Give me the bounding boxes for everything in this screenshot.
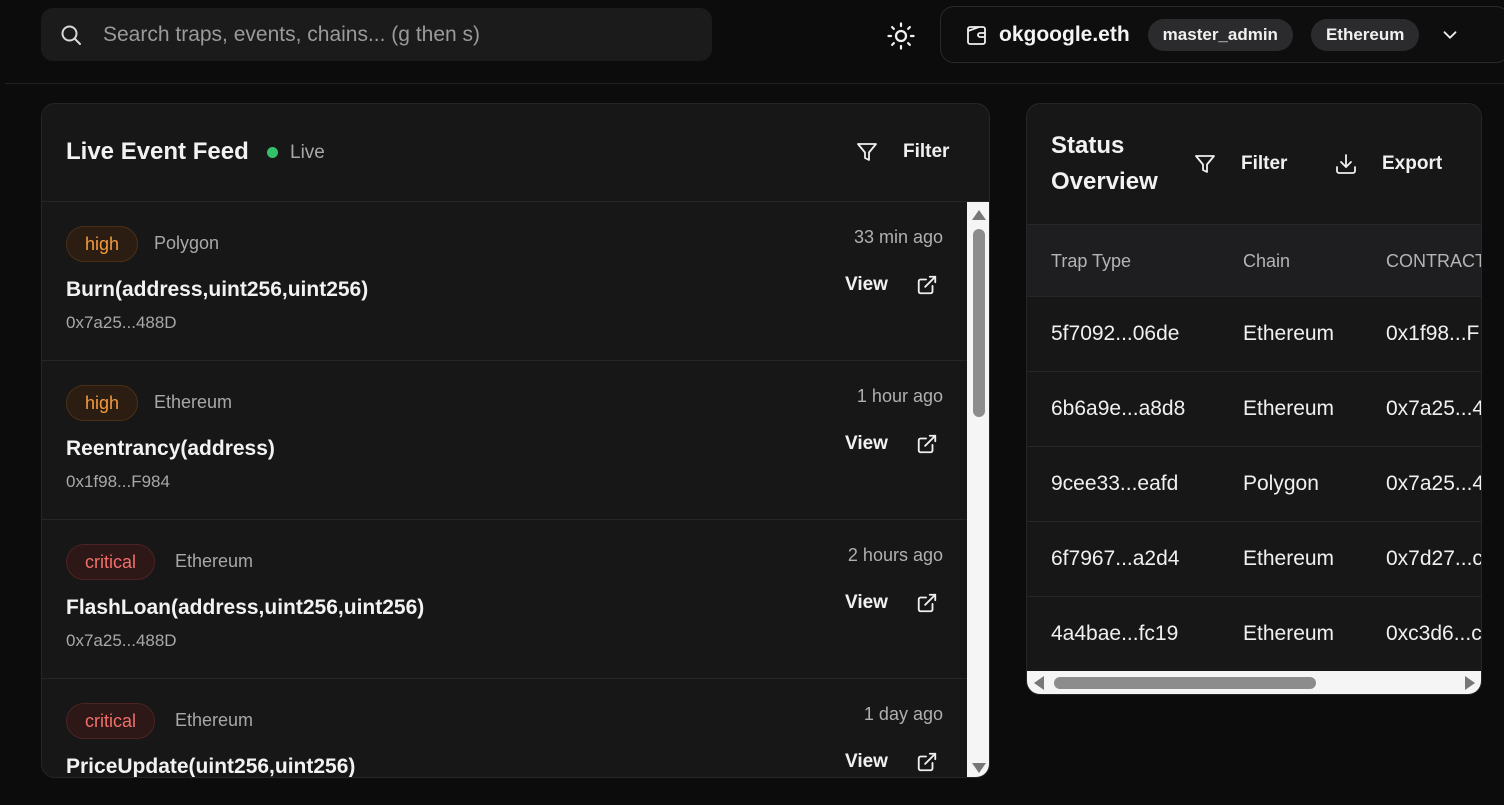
scrollbar-thumb[interactable]: [973, 229, 985, 417]
wallet-icon: [967, 25, 986, 45]
table-row[interactable]: 5f7092...06de Ethereum 0x1f98...F: [1027, 297, 1481, 372]
scroll-left-arrow[interactable]: [1034, 676, 1044, 690]
search-input[interactable]: [101, 21, 665, 48]
cell-contract: 0xc3d6...c: [1386, 622, 1482, 645]
table-horizontal-scrollbar[interactable]: [1027, 671, 1481, 694]
filter-icon: [1195, 155, 1215, 173]
event-signature: FlashLoan(address,uint256,uint256): [66, 596, 425, 619]
event-item[interactable]: high Polygon 33 min ago Burn(address,uin…: [42, 202, 967, 361]
event-address: 0x7a25...488D: [66, 313, 177, 332]
feed-header: Live Event Feed Live Filter: [42, 104, 989, 202]
event-time: 2 hours ago: [847, 545, 943, 565]
wallet-menu[interactable]: okgoogle.eth master_admin Ethereum: [940, 6, 1504, 63]
search-icon: [61, 25, 81, 45]
cell-contract: 0x7a25...4: [1386, 397, 1482, 420]
severity-badge: high: [66, 226, 139, 262]
role-badge: master_admin: [1147, 18, 1293, 51]
filter-icon: [857, 143, 877, 161]
chevron-down-icon[interactable]: [1439, 24, 1461, 46]
view-label: View: [845, 592, 888, 613]
event-address: 0x7a25...488D: [66, 631, 177, 650]
event-time: 1 day ago: [863, 704, 943, 724]
external-link-icon: [917, 593, 937, 613]
cell-chain: Ethereum: [1243, 397, 1335, 420]
feed-filter-label: Filter: [903, 141, 950, 162]
table-row[interactable]: 4a4bae...fc19 Ethereum 0xc3d6...c: [1027, 597, 1481, 671]
view-event-button[interactable]: View: [845, 433, 938, 455]
external-link-icon: [917, 434, 937, 454]
scroll-down-arrow[interactable]: [972, 763, 986, 773]
export-label: Export: [1382, 153, 1443, 174]
column-header-chain[interactable]: Chain: [1243, 251, 1290, 272]
live-event-feed-panel: Live Event Feed Live Filter high Polygon…: [41, 103, 990, 778]
external-link-icon: [917, 752, 937, 772]
status-title: Status Overview: [1051, 132, 1158, 195]
external-link-icon: [917, 275, 937, 295]
cell-trap-type: 4a4bae...fc19: [1051, 622, 1179, 645]
view-event-button[interactable]: View: [845, 274, 938, 296]
cell-trap-type: 6b6a9e...a8d8: [1051, 397, 1186, 420]
wallet-name: okgoogle.eth: [999, 22, 1130, 46]
event-address: 0x1f98...F984: [66, 472, 170, 491]
event-chain: Polygon: [154, 233, 220, 253]
scroll-right-arrow[interactable]: [1465, 676, 1475, 690]
live-indicator-dot: [267, 147, 278, 158]
status-table: Trap Type Chain CONTRACT 5f7092...06de E…: [1027, 225, 1481, 671]
cell-trap-type: 9cee33...eafd: [1051, 472, 1179, 495]
event-chain: Ethereum: [175, 710, 254, 730]
cell-chain: Ethereum: [1243, 547, 1335, 570]
event-signature: Burn(address,uint256,uint256): [66, 278, 369, 301]
network-badge: Ethereum: [1310, 18, 1420, 51]
table-row[interactable]: 6b6a9e...a8d8 Ethereum 0x7a25...4: [1027, 372, 1481, 447]
table-header: Trap Type Chain CONTRACT: [1027, 225, 1481, 297]
view-label: View: [845, 274, 888, 295]
cell-contract: 0x7a25...4: [1386, 472, 1482, 495]
download-icon: [1336, 154, 1356, 174]
cell-chain: Ethereum: [1243, 322, 1335, 345]
event-item[interactable]: critical Ethereum 1 day ago PriceUpdate(…: [42, 679, 967, 778]
cell-trap-type: 6f7967...a2d4: [1051, 547, 1180, 570]
event-list[interactable]: high Polygon 33 min ago Burn(address,uin…: [42, 202, 967, 778]
cell-contract: 0x7d27...c: [1386, 547, 1482, 570]
column-header-contract[interactable]: CONTRACT: [1386, 251, 1481, 272]
feed-filter-button[interactable]: Filter: [855, 140, 949, 164]
table-row[interactable]: 9cee33...eafd Polygon 0x7a25...4: [1027, 447, 1481, 522]
view-label: View: [845, 751, 888, 772]
feed-scrollbar[interactable]: [967, 202, 989, 777]
scrollbar-thumb[interactable]: [1054, 677, 1316, 689]
event-signature: PriceUpdate(uint256,uint256): [66, 755, 356, 778]
event-item[interactable]: critical Ethereum 2 hours ago FlashLoan(…: [42, 520, 967, 679]
feed-title: Live Event Feed: [66, 138, 249, 165]
event-signature: Reentrancy(address): [66, 437, 275, 460]
cell-chain: Polygon: [1243, 472, 1319, 495]
sun-icon[interactable]: [886, 21, 916, 51]
view-event-button[interactable]: View: [845, 751, 938, 773]
cell-contract: 0x1f98...F: [1386, 322, 1480, 345]
status-filter-label: Filter: [1241, 153, 1288, 174]
severity-badge: critical: [66, 544, 156, 580]
severity-badge: critical: [66, 703, 156, 739]
status-filter-button[interactable]: Filter: [1193, 152, 1287, 176]
event-item[interactable]: high Ethereum 1 hour ago Reentrancy(addr…: [42, 361, 967, 520]
column-header-trap-type[interactable]: Trap Type: [1051, 251, 1131, 272]
cell-trap-type: 5f7092...06de: [1051, 322, 1180, 345]
severity-badge: high: [66, 385, 139, 421]
header-divider: [5, 83, 1504, 84]
event-chain: Ethereum: [154, 392, 233, 412]
event-chain: Ethereum: [175, 551, 254, 571]
export-button[interactable]: Export: [1334, 152, 1442, 176]
view-event-button[interactable]: View: [845, 592, 938, 614]
live-label: Live: [290, 142, 325, 163]
event-time: 1 hour ago: [856, 386, 943, 406]
event-time: 33 min ago: [853, 227, 943, 247]
table-row[interactable]: 6f7967...a2d4 Ethereum 0x7d27...c: [1027, 522, 1481, 597]
cell-chain: Ethereum: [1243, 622, 1335, 645]
scroll-up-arrow[interactable]: [972, 210, 986, 220]
status-overview-panel: Status Overview Filter Export Trap Type …: [1026, 103, 1482, 695]
view-label: View: [845, 433, 888, 454]
search-bar[interactable]: [41, 8, 712, 61]
